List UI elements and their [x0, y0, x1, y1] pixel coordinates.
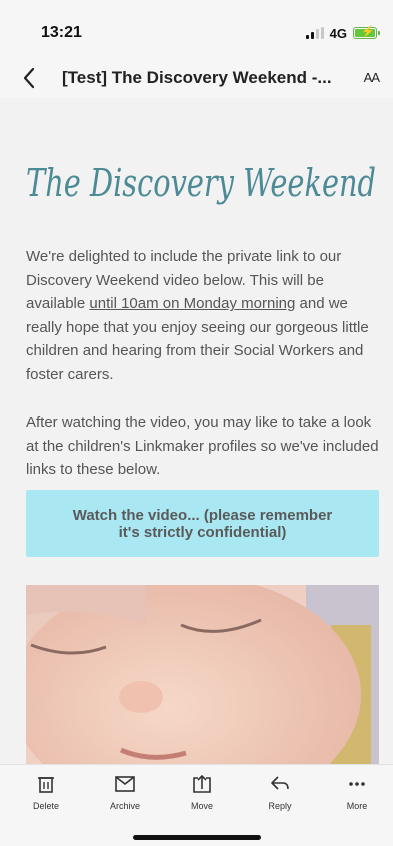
reply-button[interactable]: Reply — [250, 773, 310, 811]
reply-icon — [271, 776, 289, 790]
reply-label: Reply — [268, 801, 292, 811]
battery-icon: ⚡ — [353, 26, 380, 39]
archive-label: Archive — [109, 801, 140, 811]
charging-icon: ⚡ — [361, 26, 375, 38]
archive-icon — [115, 776, 135, 792]
intro-paragraph: We're delighted to include the private l… — [26, 245, 382, 387]
back-button[interactable] — [18, 64, 42, 92]
bottom-toolbar: Delete Archive Move Reply More — [0, 764, 393, 846]
text-size-button[interactable]: AA — [364, 70, 380, 85]
move-icon — [193, 774, 211, 793]
email-subject: [Test] The Discovery Weekend -... — [62, 68, 332, 87]
move-label: Move — [190, 801, 213, 811]
availability-link[interactable]: until 10am on Monday morning — [89, 295, 295, 312]
nav-bar: [Test] The Discovery Weekend -... AA — [0, 60, 393, 98]
signal-icon — [305, 27, 324, 39]
profiles-paragraph: After watching the video, you may like t… — [26, 414, 379, 479]
watch-video-button[interactable]: Watch the video... (please remember it's… — [26, 490, 379, 557]
chevron-left-icon — [23, 67, 35, 89]
status-time: 13:21 — [41, 24, 82, 41]
trash-icon — [38, 777, 54, 793]
network-type: 4G — [329, 25, 347, 41]
home-indicator[interactable] — [133, 835, 261, 840]
email-title-script: The Discovery Weekend — [24, 138, 379, 218]
archive-button[interactable]: Archive — [95, 773, 155, 811]
child-photo[interactable] — [26, 585, 379, 764]
more-button[interactable]: More — [327, 773, 387, 811]
move-button[interactable]: Move — [172, 773, 232, 811]
more-label: More — [346, 801, 368, 811]
delete-button[interactable]: Delete — [16, 773, 76, 811]
status-bar: 13:21 4G ⚡ — [0, 0, 393, 60]
email-body[interactable]: The Discovery Weekend We're delighted to… — [0, 98, 393, 764]
status-indicators: 4G ⚡ — [305, 24, 380, 42]
more-icon — [349, 782, 365, 786]
delete-label: Delete — [32, 801, 59, 811]
script-title-text: The Discovery Weekend — [26, 161, 376, 205]
